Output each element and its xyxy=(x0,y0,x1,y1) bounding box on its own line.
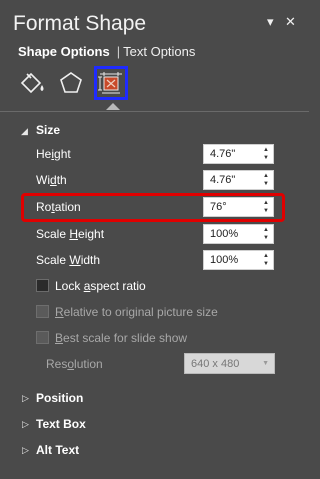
tab-shape-options[interactable]: Shape Options xyxy=(18,44,110,59)
relative-original-size-checkbox[interactable] xyxy=(36,305,49,318)
collapsed-triangle-icon[interactable]: ▷ xyxy=(22,393,29,404)
resolution-label: Resolution xyxy=(46,357,103,371)
decrement-icon[interactable]: ▼ xyxy=(263,155,269,161)
decrement-icon[interactable]: ▼ xyxy=(263,181,269,187)
header-divider xyxy=(0,111,309,112)
width-value[interactable]: 4.76" xyxy=(210,174,235,186)
expand-triangle-icon[interactable]: ◢ xyxy=(21,126,28,137)
increment-icon[interactable]: ▲ xyxy=(263,253,269,259)
tab-separator: | xyxy=(116,44,121,59)
height-label: Height xyxy=(36,147,71,161)
effects-button[interactable] xyxy=(54,66,88,100)
rotation-spinner[interactable]: 76° ▲ ▼ xyxy=(203,197,274,217)
effects-icon xyxy=(60,72,82,93)
position-section-header[interactable]: Position xyxy=(36,391,83,405)
decrement-icon[interactable]: ▼ xyxy=(263,235,269,241)
close-pane-button[interactable]: ✕ xyxy=(285,14,296,30)
lock-aspect-ratio-checkbox[interactable] xyxy=(36,279,49,292)
height-value[interactable]: 4.76" xyxy=(210,148,235,160)
best-scale-label[interactable]: Best scale for slide show xyxy=(55,331,187,345)
scale-width-label: Scale Width xyxy=(36,253,101,267)
options-tabs: Shape Options | Text Options xyxy=(18,44,195,59)
relative-original-size-label[interactable]: Relative to original picture size xyxy=(55,305,218,319)
scale-width-value[interactable]: 100% xyxy=(210,254,238,266)
size-properties-button[interactable] xyxy=(94,66,128,100)
height-spinner[interactable]: 4.76" ▲ ▼ xyxy=(203,144,274,164)
selection-indicator xyxy=(106,103,120,110)
scale-height-label: Scale Height xyxy=(36,227,105,241)
rotation-value[interactable]: 76° xyxy=(210,201,227,213)
fill-line-icon xyxy=(20,72,44,94)
scale-height-value[interactable]: 100% xyxy=(210,228,238,240)
width-spinner[interactable]: 4.76" ▲ ▼ xyxy=(203,170,274,190)
best-scale-checkbox[interactable] xyxy=(36,331,49,344)
decrement-icon[interactable]: ▼ xyxy=(263,261,269,267)
resolution-value[interactable]: 640 x 480 xyxy=(191,358,239,370)
lock-aspect-ratio-label[interactable]: Lock aspect ratio xyxy=(55,279,146,293)
text-box-section-header[interactable]: Text Box xyxy=(36,417,86,431)
tab-text-options[interactable]: Text Options xyxy=(123,44,195,59)
increment-icon[interactable]: ▲ xyxy=(263,147,269,153)
rotation-label: Rotation xyxy=(36,200,81,214)
increment-icon[interactable]: ▲ xyxy=(263,200,269,206)
alt-text-section-header[interactable]: Alt Text xyxy=(36,443,79,457)
size-section-header[interactable]: Size xyxy=(36,123,60,137)
chevron-down-icon[interactable]: ▼ xyxy=(262,360,269,367)
scale-width-spinner[interactable]: 100% ▲ ▼ xyxy=(203,250,274,270)
collapsed-triangle-icon[interactable]: ▷ xyxy=(22,419,29,430)
increment-icon[interactable]: ▲ xyxy=(263,227,269,233)
collapse-options-icon[interactable]: ▾ xyxy=(267,14,274,30)
scale-height-spinner[interactable]: 100% ▲ ▼ xyxy=(203,224,274,244)
resolution-dropdown[interactable]: 640 x 480 ▼ xyxy=(184,353,275,374)
collapsed-triangle-icon[interactable]: ▷ xyxy=(22,445,29,456)
increment-icon[interactable]: ▲ xyxy=(263,173,269,179)
fill-line-button[interactable] xyxy=(16,66,50,100)
size-properties-icon xyxy=(98,72,122,94)
decrement-icon[interactable]: ▼ xyxy=(263,208,269,214)
width-label: Width xyxy=(36,173,67,187)
pane-title: Format Shape xyxy=(13,12,147,35)
